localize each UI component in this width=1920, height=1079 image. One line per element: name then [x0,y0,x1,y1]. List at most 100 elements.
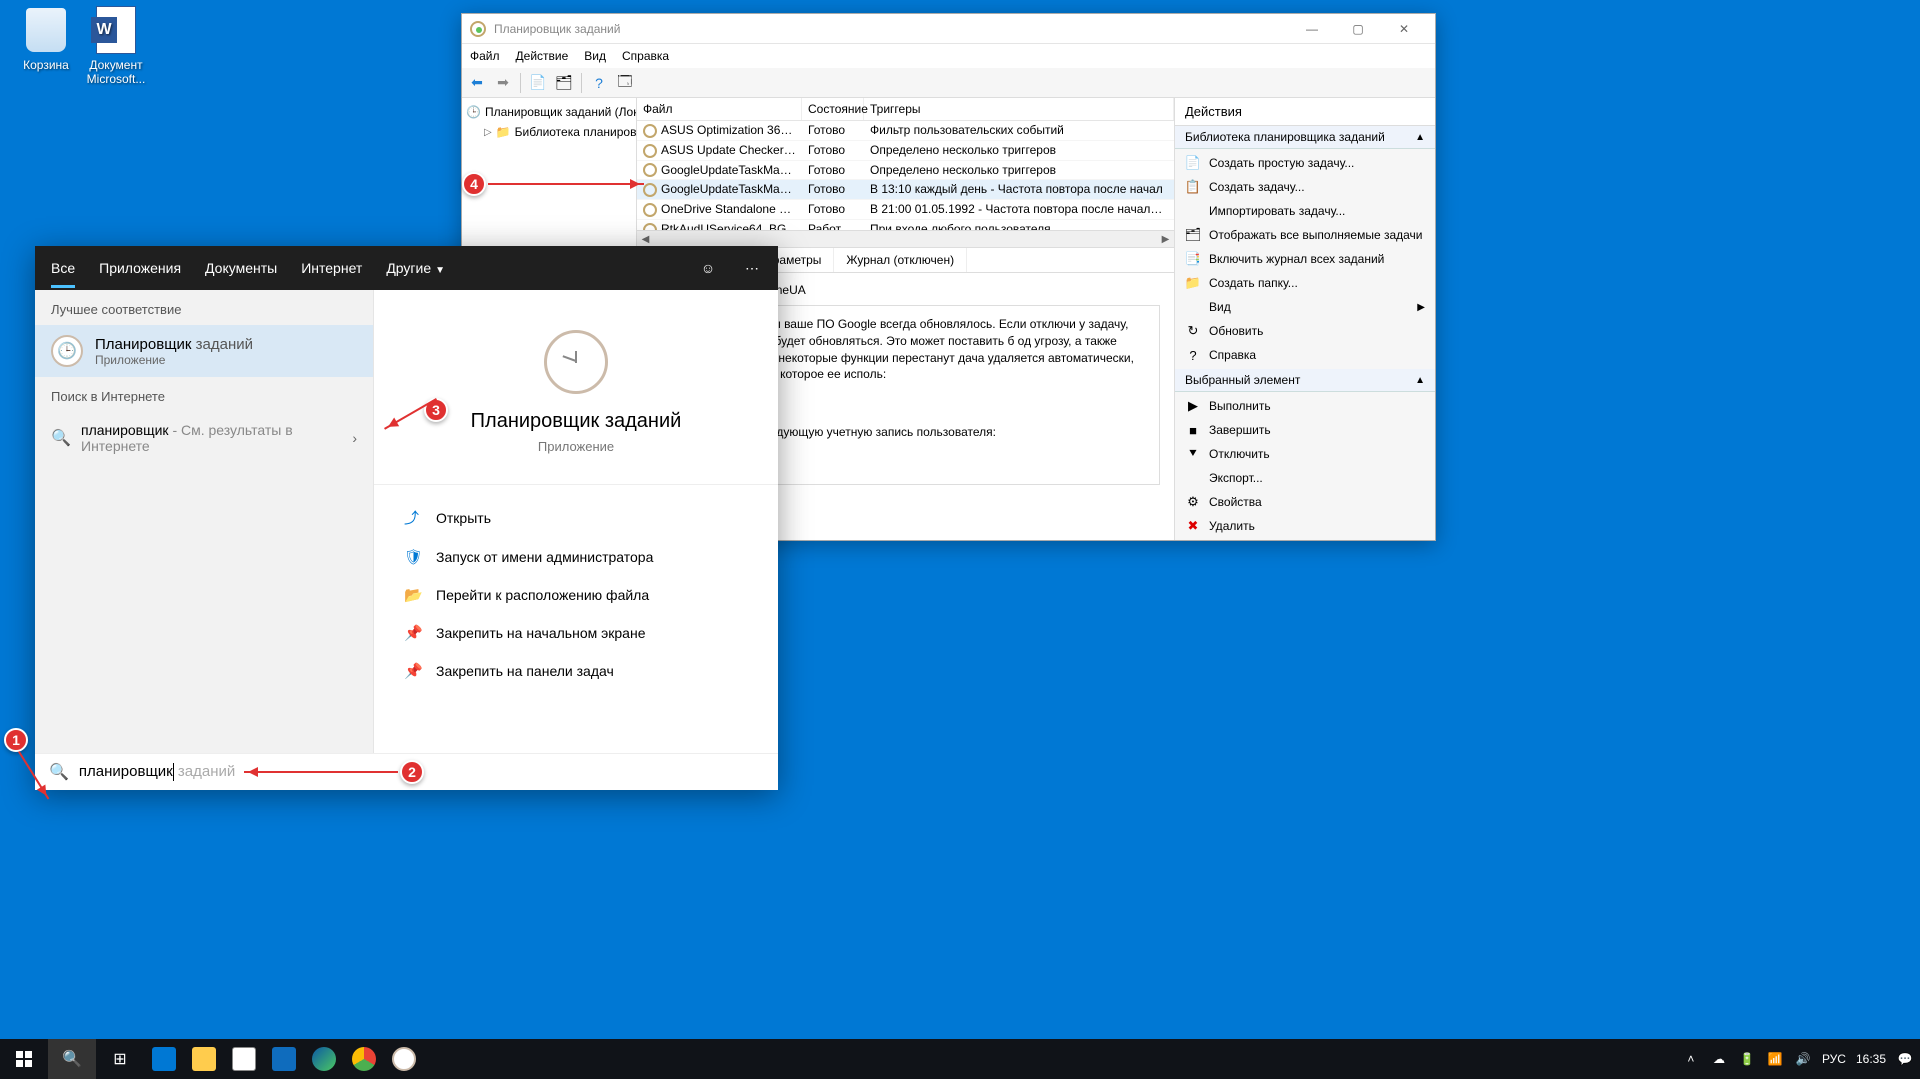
forward-button[interactable]: ➡ [492,72,514,94]
minimize-button[interactable]: — [1289,14,1335,44]
action-icon: 📋 [1185,179,1201,195]
onedrive-icon[interactable]: ☁ [1710,1052,1728,1066]
clock[interactable]: 16:35 [1856,1052,1886,1066]
search-input[interactable]: планировщик заданий [79,763,764,781]
action-item[interactable]: ▶Выполнить [1175,394,1435,418]
notifications-icon[interactable]: 💬 [1896,1052,1914,1066]
search-preview-pane: Планировщик заданий Приложение ⤴Открыть🛡… [373,290,778,790]
help-button[interactable]: ? [588,72,610,94]
task-icon [643,124,657,138]
action-icon: ? [1185,347,1201,363]
tree-library[interactable]: ▷ 📁 Библиотека планировщи [466,122,632,142]
task-row[interactable]: ASUS Update Checker 2.0ГотовоОпределено … [637,141,1174,161]
submenu-arrow-icon: ▶ [1417,302,1425,313]
menu-view[interactable]: Вид [584,49,606,63]
taskbar-app-task-scheduler[interactable] [384,1039,424,1079]
action-item[interactable]: ✖Удалить [1175,514,1435,538]
battery-icon[interactable]: 🔋 [1738,1052,1756,1066]
action-item[interactable]: ↻Обновить [1175,319,1435,343]
tray-expand-icon[interactable]: ˄ [1682,1052,1700,1066]
col-file[interactable]: Файл [637,98,802,120]
taskbar-app-edge[interactable] [304,1039,344,1079]
props-button[interactable]: 🗂 [553,72,575,94]
action-icon: ⤴ [404,507,422,528]
actions-section-library[interactable]: Библиотека планировщика заданий ▲ [1175,126,1435,149]
search-button[interactable]: 🔍 [48,1039,96,1079]
titlebar[interactable]: Планировщик заданий — ▢ ✕ [462,14,1435,44]
view-button[interactable]: 🗔 [614,72,636,94]
scroll-right-icon[interactable]: ▶ [1157,231,1174,248]
taskbar-app-files[interactable] [184,1039,224,1079]
menu-help[interactable]: Справка [622,49,669,63]
more-options-icon[interactable]: ⋯ [742,258,762,278]
web-search-header: Поиск в Интернете [35,377,373,412]
action-item[interactable]: Экспорт... [1175,466,1435,490]
search-tab-more[interactable]: Другие▼ [386,248,445,288]
action-item[interactable]: 🗂Отображать все выполняемые задачи [1175,223,1435,247]
task-row[interactable]: OneDrive Standalone Updat...ГотовоВ 21:0… [637,200,1174,220]
action-item[interactable]: 📑Включить журнал всех заданий [1175,247,1435,271]
taskbar-app-chrome[interactable] [344,1039,384,1079]
preview-action[interactable]: 📂Перейти к расположению файла [374,576,778,614]
action-item[interactable]: ■Завершить [1175,418,1435,442]
task-row[interactable]: GoogleUpdateTaskMachine...ГотовоВ 13:10 … [637,180,1174,200]
col-triggers[interactable]: Триггеры [864,98,1174,120]
action-item[interactable]: Вид▶ [1175,295,1435,319]
taskbar-app-mail[interactable] [264,1039,304,1079]
action-item[interactable]: Импортировать задачу... [1175,199,1435,223]
col-state[interactable]: Состояние [802,98,864,120]
search-input-bar[interactable]: 🔍 планировщик заданий [35,753,778,790]
search-results-list: Лучшее соответствие 🕒 Планировщик задани… [35,290,373,790]
chevron-right-icon[interactable]: › [352,430,357,446]
taskbar-app-explorer[interactable] [144,1039,184,1079]
scroll-left-icon[interactable]: ◀ [637,231,654,248]
taskbar-app-store[interactable] [224,1039,264,1079]
action-item[interactable]: 📄Создать простую задачу... [1175,151,1435,175]
task-row[interactable]: ASUS Optimization 36D18D...ГотовоФильтр … [637,121,1174,141]
action-icon: 📂 [404,586,422,604]
actions-section-selected[interactable]: Выбранный элемент ▲ [1175,369,1435,392]
action-icon: ✖ [1185,518,1201,534]
task-row[interactable]: GoogleUpdateTaskMachine...ГотовоОпределе… [637,161,1174,181]
action-item[interactable]: ⯆Отключить [1175,442,1435,466]
close-button[interactable]: ✕ [1381,14,1427,44]
word-document-icon [92,6,140,54]
feedback-icon[interactable]: ☺ [698,258,718,278]
tree-root[interactable]: 🕒 Планировщик заданий (Лока [466,102,632,122]
web-search-item[interactable]: 🔍 планировщик - См. результаты в Интерне… [35,412,373,464]
expand-icon[interactable]: ▷ [484,127,492,138]
desktop-icon-word-doc[interactable]: Документ Microsoft... [78,6,154,86]
maximize-button[interactable]: ▢ [1335,14,1381,44]
search-tab-apps[interactable]: Приложения [99,248,181,288]
back-button[interactable]: ⬅ [466,72,488,94]
preview-action[interactable]: 📌Закрепить на начальном экране [374,614,778,652]
preview-action[interactable]: 🛡Запуск от имени администратора [374,538,778,576]
menu-file[interactable]: Файл [470,49,500,63]
task-scheduler-icon: 🕒 [51,335,83,367]
desktop-icon-recycle-bin[interactable]: Корзина [8,6,84,72]
desktop-icon-label: Корзина [8,58,84,72]
action-item[interactable]: 📋Создать задачу... [1175,175,1435,199]
task-view-button[interactable]: ⊞ [96,1039,144,1079]
start-button[interactable] [0,1039,48,1079]
search-tab-web[interactable]: Интернет [301,248,362,288]
language-indicator[interactable]: РУС [1822,1052,1846,1066]
up-button[interactable]: 📄 [527,72,549,94]
action-item[interactable]: 📁Создать папку... [1175,271,1435,295]
action-item[interactable]: ⚙Свойства [1175,490,1435,514]
collapse-icon[interactable]: ▲ [1415,132,1425,143]
detail-tab[interactable]: Журнал (отключен) [834,248,967,272]
taskbar: 🔍 ⊞ ˄ ☁ 🔋 📶 🔊 РУС 16:35 💬 [0,1039,1920,1079]
task-icon [643,144,657,158]
wifi-icon[interactable]: 📶 [1766,1052,1784,1066]
horizontal-scrollbar[interactable]: ◀ ▶ [637,230,1174,247]
preview-action[interactable]: ⤴Открыть [374,497,778,538]
search-tab-docs[interactable]: Документы [205,248,277,288]
menu-action[interactable]: Действие [516,49,569,63]
search-tab-all[interactable]: Все [51,248,75,288]
action-item[interactable]: ?Справка [1175,343,1435,367]
preview-action[interactable]: 📌Закрепить на панели задач [374,652,778,690]
collapse-icon[interactable]: ▲ [1415,375,1425,386]
volume-icon[interactable]: 🔊 [1794,1052,1812,1066]
best-match-item[interactable]: 🕒 Планировщик заданий Приложение [35,325,373,377]
